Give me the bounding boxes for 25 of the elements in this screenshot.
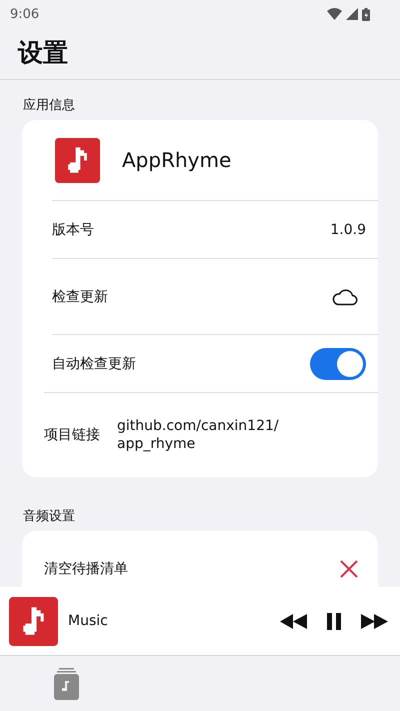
row-label[interactable]: 检查更新	[52, 288, 331, 306]
version-value: 1.0.9	[330, 222, 366, 238]
track-title: Music	[68, 613, 109, 629]
cloud-icon[interactable]	[331, 288, 358, 306]
pause-icon[interactable]	[327, 612, 341, 630]
fast-forward-icon[interactable]	[361, 614, 388, 628]
status-time: 9:06	[10, 6, 40, 22]
app-name: AppRhyme	[122, 148, 232, 172]
row-label[interactable]: 清空待播清单	[44, 560, 340, 578]
app-logo	[55, 138, 100, 182]
signal-icon	[346, 8, 358, 20]
row-label: 项目链接	[44, 426, 100, 444]
project-link[interactable]: github.com/canxin121/ app_rhyme	[117, 417, 279, 453]
row-label: 自动检查更新	[52, 354, 137, 372]
rewind-icon[interactable]	[280, 614, 307, 628]
cover-art	[9, 596, 58, 646]
page-title: 设置	[0, 28, 400, 80]
toggle-switch[interactable]	[310, 348, 366, 380]
row-label: 版本号	[52, 220, 95, 238]
close-icon[interactable]	[340, 560, 358, 578]
section-label: 应用信息	[22, 97, 75, 115]
wifi-icon	[327, 8, 342, 20]
music-library-icon[interactable]	[54, 668, 79, 700]
section-label: 音频设置	[22, 508, 75, 526]
battery-icon	[362, 8, 370, 20]
